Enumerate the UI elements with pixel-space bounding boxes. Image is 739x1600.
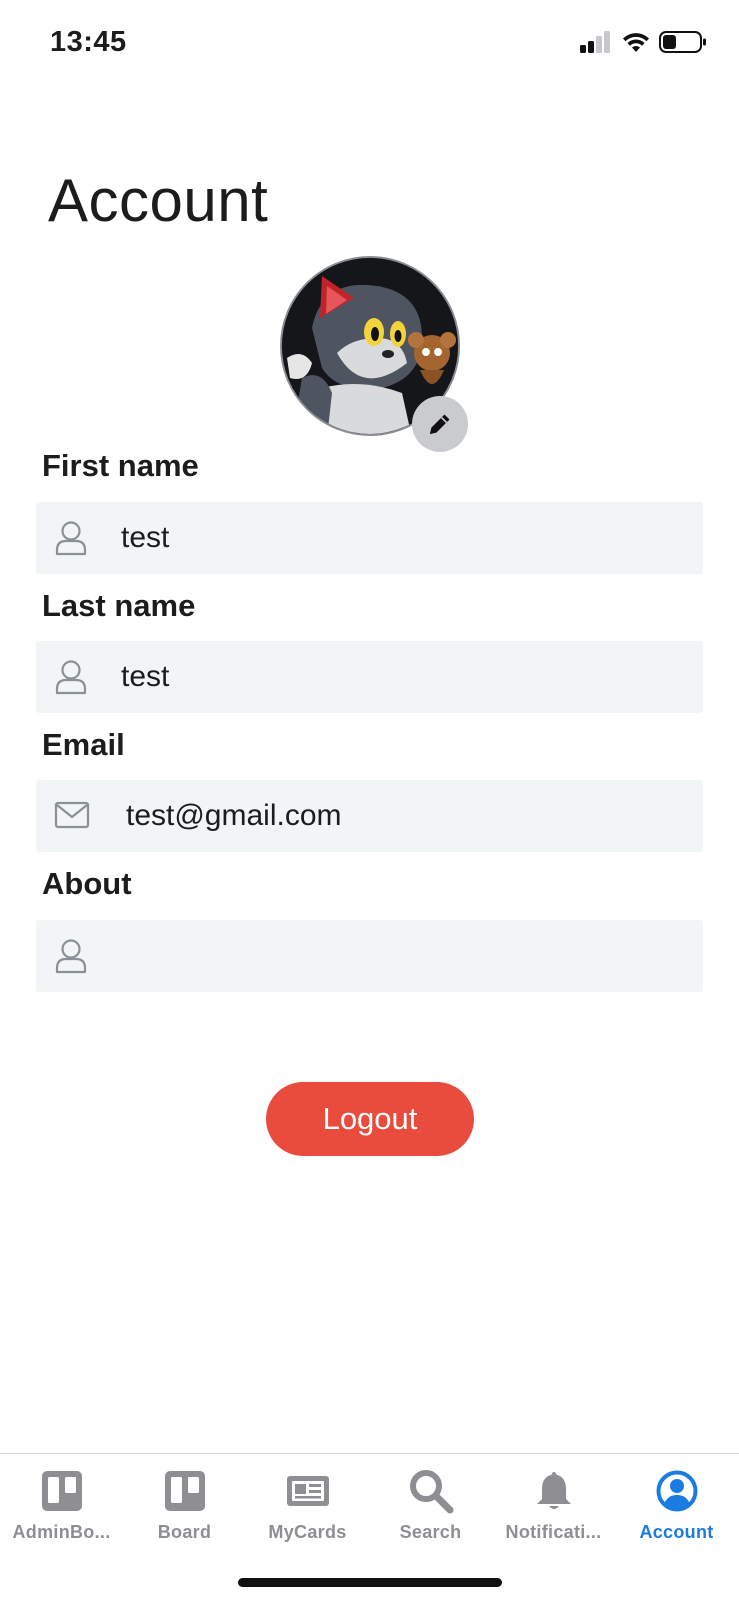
board-icon [164, 1471, 205, 1511]
last-name-value: test [121, 660, 170, 693]
tab-label: Account [639, 1522, 714, 1542]
tab-label: Search [399, 1522, 462, 1542]
tab-label: Board [157, 1522, 212, 1542]
status-time: 13:45 [50, 26, 127, 58]
last-name-field[interactable]: test [36, 641, 703, 713]
pencil-icon [430, 414, 450, 434]
first-name-field[interactable]: test [36, 502, 703, 574]
status-icons [579, 30, 709, 58]
first-name-value: test [121, 521, 170, 554]
email-field[interactable]: test@gmail.com [36, 780, 703, 852]
logout-button[interactable]: Logout [266, 1082, 474, 1156]
person-icon [54, 938, 88, 979]
account-screen: 13:45 Account First name test Last name … [0, 0, 739, 1600]
first-name-label: First name [42, 448, 199, 483]
board-icon [41, 1471, 82, 1511]
wifi-icon [623, 33, 649, 52]
tab-search[interactable]: Search [369, 1454, 492, 1564]
search-icon [409, 1470, 453, 1514]
bell-icon [536, 1472, 571, 1509]
home-indicator [238, 1578, 502, 1587]
battery-icon [659, 31, 706, 53]
cards-icon [286, 1476, 329, 1506]
edit-avatar-button[interactable] [412, 396, 468, 452]
tab-notifications[interactable]: Notificati... [492, 1454, 615, 1564]
tab-label: AdminBo... [12, 1522, 111, 1542]
tab-account[interactable]: Account [615, 1454, 738, 1564]
person-icon [54, 520, 88, 561]
tab-adminboard[interactable]: AdminBo... [0, 1454, 123, 1564]
tab-label: Notificati... [505, 1522, 602, 1542]
page-title: Account [48, 167, 269, 234]
mail-icon [54, 800, 90, 835]
email-value: test@gmail.com [126, 799, 342, 832]
account-icon [656, 1470, 697, 1512]
about-field[interactable] [36, 920, 703, 992]
person-icon [54, 659, 88, 700]
tab-label: MyCards [268, 1522, 347, 1542]
email-label: Email [42, 727, 125, 762]
tab-mycards[interactable]: MyCards [246, 1454, 369, 1564]
signal-icon [580, 31, 610, 53]
about-label: About [42, 866, 132, 901]
tab-board[interactable]: Board [123, 1454, 246, 1564]
last-name-label: Last name [42, 588, 196, 623]
